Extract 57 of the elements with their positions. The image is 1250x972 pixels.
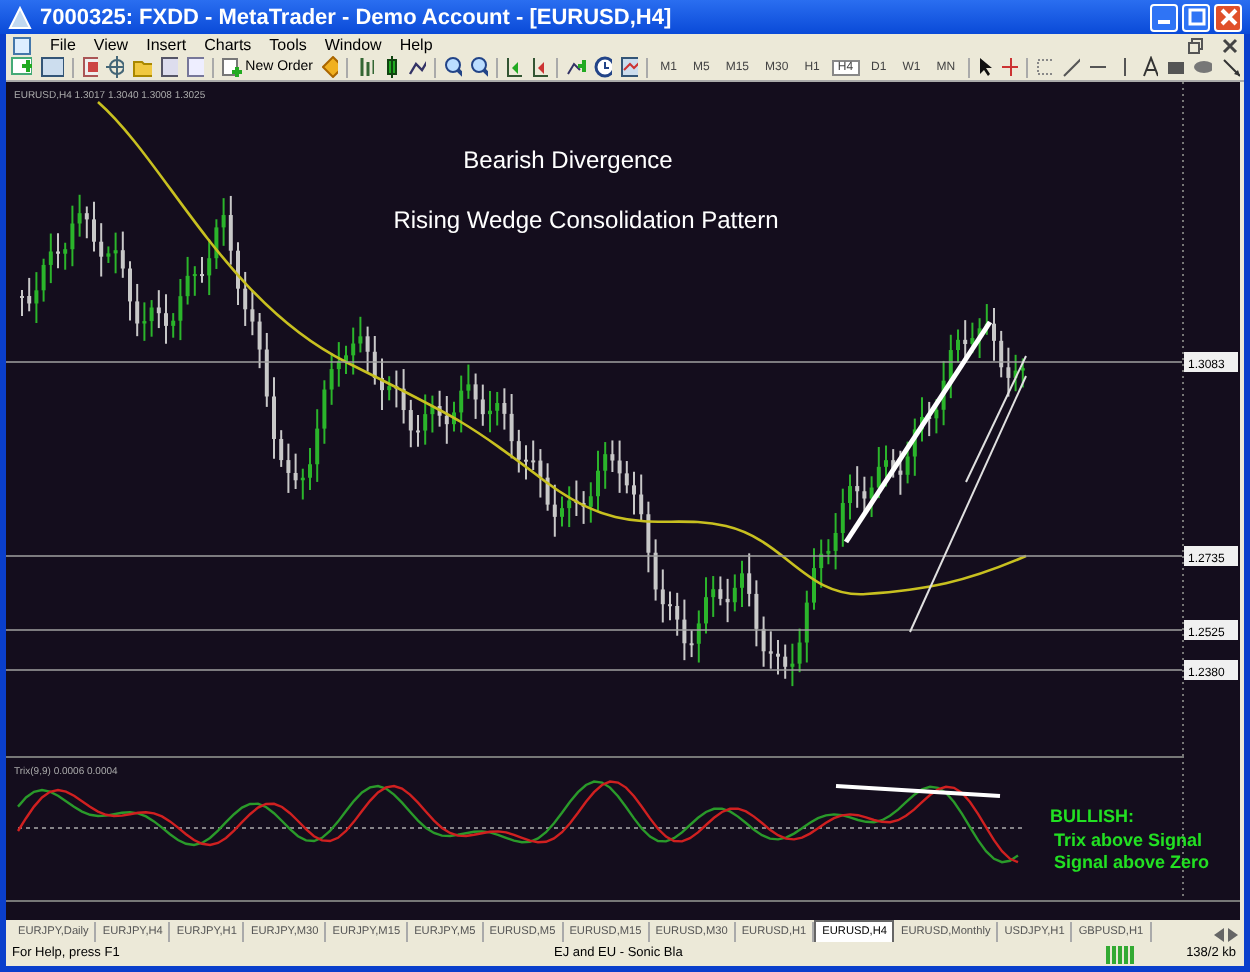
line-chart-icon[interactable] [408,56,426,79]
minimize-icon [1158,20,1170,25]
trendline-icon[interactable] [1062,56,1080,79]
trend-line[interactable] [843,320,993,543]
scroll-right-icon[interactable] [1226,928,1238,943]
maximize-button[interactable] [1182,3,1210,32]
crosshair-icon[interactable] [1000,56,1019,79]
close-button[interactable] [1214,3,1242,32]
chart-shift-icon[interactable] [504,56,523,79]
window-icon[interactable] [160,56,178,79]
bar-chart-icon[interactable] [356,56,375,79]
diamond-icon[interactable] [321,56,339,79]
menu-item[interactable]: File [50,36,76,55]
horizontal-price-line[interactable] [6,668,1183,671]
signal-text: Signal above Zero [1054,851,1210,872]
connection-bars-icon [1106,945,1134,964]
new-order-icon [221,57,242,78]
signal-text: Trix above Signal [1054,829,1203,850]
window-title: 7000325: FXDD - MetaTrader - Demo Account - [EURUSD,H4] [40,5,672,30]
menu-item[interactable]: Window [324,36,382,55]
restore-icon[interactable] [1188,37,1204,54]
signal-title: BULLISH: [1050,805,1134,826]
horizontal-price-line[interactable] [6,628,1183,631]
wedge-lines[interactable] [909,354,1027,633]
maximize-icon [1187,8,1205,27]
horizontal-price-line[interactable] [6,360,1183,363]
price-label-background [1184,351,1238,372]
scroll-left-icon[interactable] [1214,928,1226,943]
document-icon [12,35,32,56]
new-chart-icon[interactable] [10,56,33,79]
minimize-button[interactable] [1150,3,1178,32]
menu-item[interactable]: Charts [204,36,252,55]
crosshair-icon[interactable] [106,56,125,79]
text-icon[interactable] [1139,56,1158,79]
cursor-icon[interactable] [976,56,993,79]
price-label-background [1184,619,1238,640]
template-icon[interactable] [619,56,639,79]
close-icon [1219,8,1237,27]
menu-item[interactable]: Help [399,36,433,55]
chart-icon [8,5,32,30]
close-icon[interactable] [1222,37,1238,54]
trend-line[interactable] [835,783,1001,798]
annotation-text: Bearish Divergence [463,145,673,174]
price-label-background [1184,545,1238,566]
menu-item[interactable]: Insert [146,36,187,55]
price-label-background [1184,659,1238,680]
menu-item[interactable]: Tools [269,36,307,55]
horizontal-price-line[interactable] [6,554,1183,557]
menu-item[interactable]: View [93,36,129,55]
zoom-out-icon[interactable] [469,56,488,79]
indicator-add-icon[interactable] [566,56,586,79]
clock-icon[interactable] [593,56,612,79]
annotation-text: Rising Wedge Consolidation Pattern [393,205,779,234]
zoom-in-icon[interactable] [443,56,462,79]
candlestick-icon[interactable] [382,56,401,79]
folder-icon[interactable] [132,56,153,79]
autoscroll-icon[interactable] [530,56,549,79]
